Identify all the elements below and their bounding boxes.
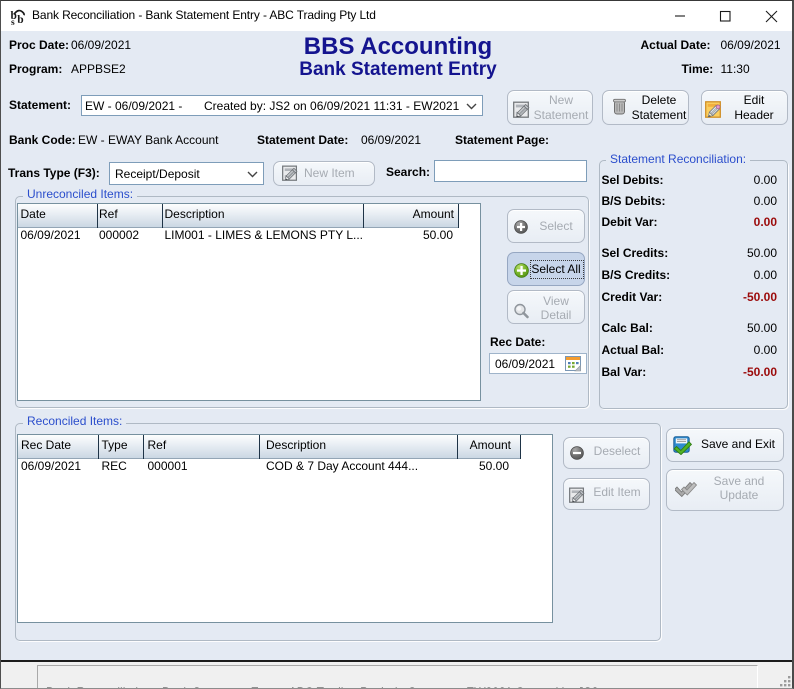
svg-text:s: s [11, 18, 15, 26]
svg-text:b: b [17, 14, 23, 26]
